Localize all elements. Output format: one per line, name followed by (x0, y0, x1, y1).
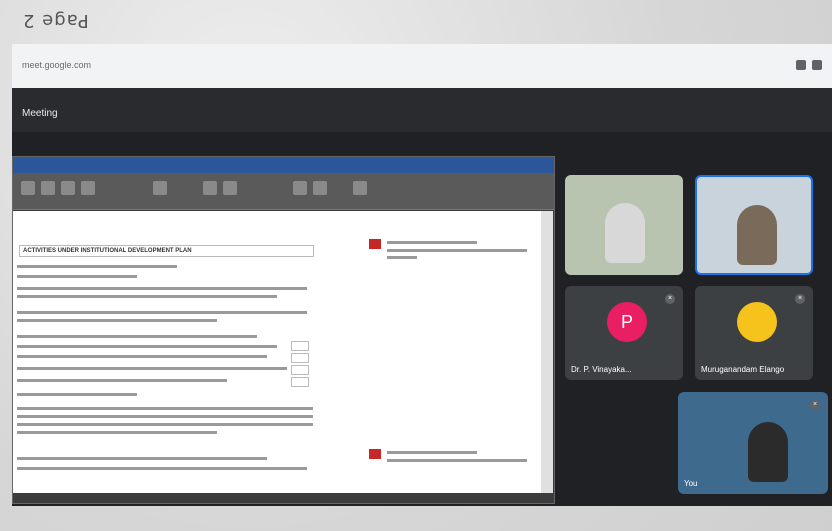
participant-name: Muruganandam Elango (701, 365, 785, 374)
meet-header (12, 88, 832, 132)
ribbon-button[interactable] (21, 181, 35, 195)
ribbon-button[interactable] (313, 181, 327, 195)
profile-icon[interactable] (812, 60, 822, 70)
comment-author (387, 451, 477, 454)
doc-table-cell (291, 377, 309, 387)
extension-icon[interactable] (796, 60, 806, 70)
comment-avatar (369, 449, 381, 459)
meeting-screenshot: meet.google.com Meeting ACTIVITIES UNDER… (12, 44, 832, 506)
mic-off-icon: × (810, 400, 820, 410)
doc-text-line (17, 355, 267, 358)
participant-tile[interactable]: × Muruganandam Elango (695, 286, 813, 380)
comment-avatar (369, 239, 381, 249)
participant-video (737, 205, 777, 265)
word-ribbon (13, 173, 554, 210)
participant-tile-active[interactable] (695, 175, 813, 275)
doc-text-line (17, 407, 313, 410)
ribbon-button[interactable] (41, 181, 55, 195)
ribbon-button[interactable] (293, 181, 307, 195)
mic-off-icon: × (795, 294, 805, 304)
page-label: Page 2 (22, 10, 89, 31)
participant-avatar (737, 302, 777, 342)
doc-table-cell (291, 365, 309, 375)
ribbon-button[interactable] (61, 181, 75, 195)
doc-text-line (17, 393, 137, 396)
participant-tile[interactable]: × P Dr. P. Vinayaka... (565, 286, 683, 380)
participant-video (605, 203, 645, 263)
doc-text-line (17, 367, 287, 370)
ribbon-button[interactable] (81, 181, 95, 195)
meeting-title: Meeting (22, 108, 58, 119)
doc-text-line (17, 345, 277, 348)
participant-avatar: P (607, 302, 647, 342)
comment-text (387, 459, 527, 462)
self-view-tile[interactable]: × You (678, 392, 828, 494)
doc-text-line (17, 457, 267, 460)
comment-text (387, 256, 417, 259)
doc-table-cell (291, 341, 309, 351)
document-scrollbar[interactable] (541, 211, 553, 493)
participant-tile[interactable] (565, 175, 683, 275)
shared-screen-window: ACTIVITIES UNDER INSTITUTIONAL DEVELOPME… (12, 156, 555, 504)
ribbon-button[interactable] (223, 181, 237, 195)
ribbon-button[interactable] (353, 181, 367, 195)
doc-text-line (17, 431, 217, 434)
doc-text-line (17, 295, 277, 298)
ribbon-button[interactable] (153, 181, 167, 195)
doc-text-line (17, 265, 177, 268)
doc-table-cell (291, 353, 309, 363)
doc-text-line (17, 335, 257, 338)
doc-text-line (17, 467, 307, 470)
mic-off-icon: × (665, 294, 675, 304)
comment-author (387, 241, 477, 244)
comment-bubble[interactable] (369, 239, 529, 261)
doc-text-line (17, 311, 307, 314)
comment-bubble[interactable] (369, 449, 529, 471)
ribbon-button[interactable] (203, 181, 217, 195)
address-bar[interactable]: meet.google.com (22, 60, 91, 70)
doc-text-line (17, 379, 227, 382)
doc-text-line (17, 287, 307, 290)
comment-text (387, 249, 527, 252)
participant-name: Dr. P. Vinayaka... (571, 365, 632, 374)
browser-toolbar: meet.google.com (12, 44, 832, 88)
doc-text-line (17, 423, 313, 426)
document-heading: ACTIVITIES UNDER INSTITUTIONAL DEVELOPME… (19, 245, 314, 257)
doc-text-line (17, 319, 217, 322)
doc-text-line (17, 415, 313, 418)
participant-video (748, 422, 788, 482)
word-titlebar (13, 157, 554, 173)
document-page: ACTIVITIES UNDER INSTITUTIONAL DEVELOPME… (13, 211, 541, 493)
doc-text-line (17, 275, 137, 278)
participant-name: You (684, 479, 698, 488)
scanned-page-background: Page 2 meet.google.com Meeting ACTIVITIE… (0, 0, 832, 531)
